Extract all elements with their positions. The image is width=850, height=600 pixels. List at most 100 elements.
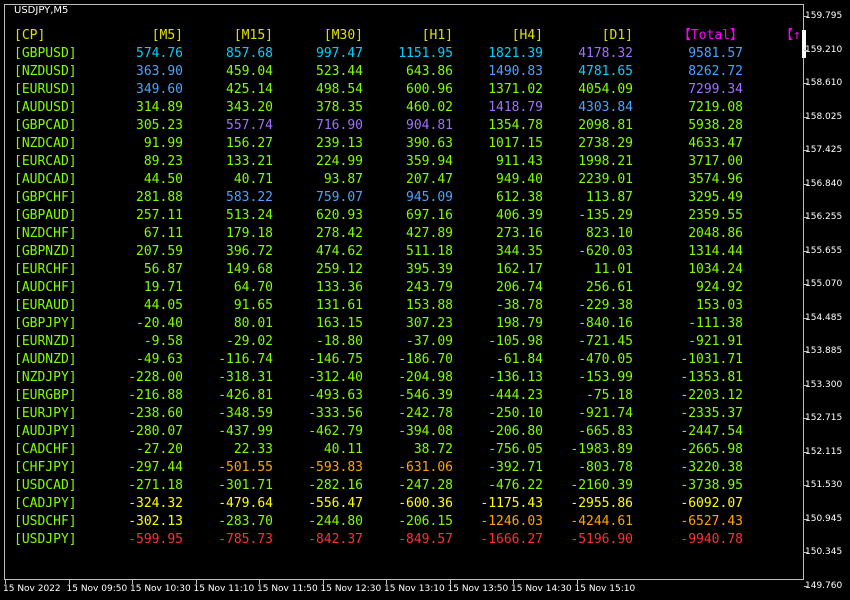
strength-value: -1983.89 (570, 442, 633, 457)
strength-value: -111.38 (688, 316, 743, 331)
strength-value: 997.47 (316, 46, 363, 61)
price-tick (804, 284, 808, 285)
strength-value: -1246.03 (480, 514, 543, 529)
strength-value: -29.02 (226, 334, 273, 349)
strength-value: -599.95 (128, 532, 183, 547)
time-tick (386, 580, 387, 584)
strength-value: 64.70 (233, 280, 273, 295)
price-label: 151.530 (805, 480, 843, 490)
price-tick (804, 150, 808, 151)
symbol-label: [USDCAD] (14, 478, 77, 493)
strength-value: -216.88 (128, 388, 183, 403)
column-d1: [D1] 4178.32 4781.65 4054.09 4303.84 2098.81 2… (550, 27, 633, 549)
price-label: 149.760 (805, 580, 843, 591)
strength-value: 38.72 (413, 442, 453, 457)
strength-value: -135.29 (578, 208, 633, 223)
symbol-label: [EURNZD] (14, 334, 77, 349)
strength-value: -238.60 (128, 406, 183, 421)
strength-value: 583.22 (226, 190, 273, 205)
strength-value: -186.70 (398, 352, 453, 367)
time-label: 15 Nov 11:10 (193, 584, 255, 594)
time-tick (513, 580, 514, 584)
strength-value: -756.05 (488, 442, 543, 457)
strength-value: -206.80 (488, 424, 543, 439)
strength-value: -250.10 (488, 406, 543, 421)
price-label: 158.610 (805, 78, 843, 88)
strength-value: -631.06 (398, 460, 453, 475)
strength-value: 2098.81 (578, 118, 633, 133)
strength-value: -426.81 (218, 388, 273, 403)
column-header-total: 【Total】 (677, 28, 743, 43)
strength-value: -840.16 (578, 316, 633, 331)
strength-value: -1353.81 (680, 370, 743, 385)
symbol-label: [EURCAD] (14, 154, 77, 169)
strength-value: 153.03 (696, 298, 743, 313)
symbol-label: [GBPJPY] (14, 316, 77, 331)
strength-value: 3574.96 (688, 172, 743, 187)
symbol-label: [NZDCAD] (14, 136, 77, 151)
strength-value: -324.32 (128, 496, 183, 511)
strength-value: 44.50 (143, 172, 183, 187)
strength-value: 163.15 (316, 316, 363, 331)
strength-value: -116.74 (218, 352, 273, 367)
strength-value: 4178.32 (578, 46, 633, 61)
strength-value: 574.76 (136, 46, 183, 61)
strength-value: 949.40 (496, 172, 543, 187)
strength-value: -785.73 (218, 532, 273, 547)
strength-value: 612.38 (496, 190, 543, 205)
strength-value: 19.71 (143, 280, 183, 295)
strength-value: 945.09 (406, 190, 453, 205)
strength-value: -9.58 (143, 334, 183, 349)
strength-value: -318.31 (218, 370, 273, 385)
time-tick (68, 580, 70, 584)
price-tick (804, 518, 808, 520)
strength-value: 2239.01 (578, 172, 633, 187)
strength-value: -1666.27 (480, 532, 543, 547)
strength-value: 7299.34 (688, 82, 743, 97)
strength-value: -75.18 (586, 388, 633, 403)
strength-value: -921.91 (688, 334, 743, 349)
price-tick (804, 83, 808, 84)
price-label: 159.795 (805, 11, 843, 21)
column-header-m30: [M30] (323, 28, 363, 43)
strength-value: -9940.78 (680, 532, 743, 547)
strength-value: 344.35 (496, 244, 543, 259)
price-label: 155.655 (805, 245, 843, 256)
strength-value: 359.94 (406, 154, 453, 169)
symbol-label: [EURCHF] (14, 262, 77, 277)
strength-value: 498.54 (316, 82, 363, 97)
column-header-symbol: [CP] (14, 28, 46, 43)
strength-value: 314.89 (136, 100, 183, 115)
symbol-label: [USDJPY] (14, 532, 77, 547)
strength-value: 67.11 (143, 226, 183, 241)
strength-value: -282.16 (308, 478, 363, 493)
column-total: 【Total】 9581.57 8262.72 7299.34 7219.08 5938.… (655, 27, 743, 549)
strength-value: 557.74 (226, 118, 273, 133)
strength-value: -1031.71 (680, 352, 743, 367)
time-label: 15 Nov 2022 (3, 584, 61, 594)
time-label: 15 Nov 12:30 (320, 584, 382, 594)
strength-value: 406.39 (496, 208, 543, 223)
strength-value: 1314.44 (688, 244, 743, 259)
strength-value: -229.38 (578, 298, 633, 313)
strength-value: -61.84 (496, 352, 543, 367)
symbol-label: [NZDCHF] (14, 226, 77, 241)
strength-value: -5196.90 (570, 532, 633, 547)
price-tick (804, 183, 808, 185)
price-label: 155.070 (805, 279, 843, 289)
symbol-label: [GBPCHF] (14, 190, 77, 205)
price-tick (804, 49, 808, 51)
strength-value: 425.14 (226, 82, 273, 97)
strength-value: -204.98 (398, 370, 453, 385)
strength-value: 1418.79 (488, 100, 543, 115)
strength-value: 207.47 (406, 172, 453, 187)
strength-value: 224.99 (316, 154, 363, 169)
strength-value: 4054.09 (578, 82, 633, 97)
strength-value: -49.63 (136, 352, 183, 367)
strength-value: 600.96 (406, 82, 453, 97)
strength-value: 2738.29 (578, 136, 633, 151)
strength-value: 390.63 (406, 136, 453, 151)
strength-value: 2048.86 (688, 226, 743, 241)
strength-value: -2335.37 (680, 406, 743, 421)
strength-value: -27.20 (136, 442, 183, 457)
